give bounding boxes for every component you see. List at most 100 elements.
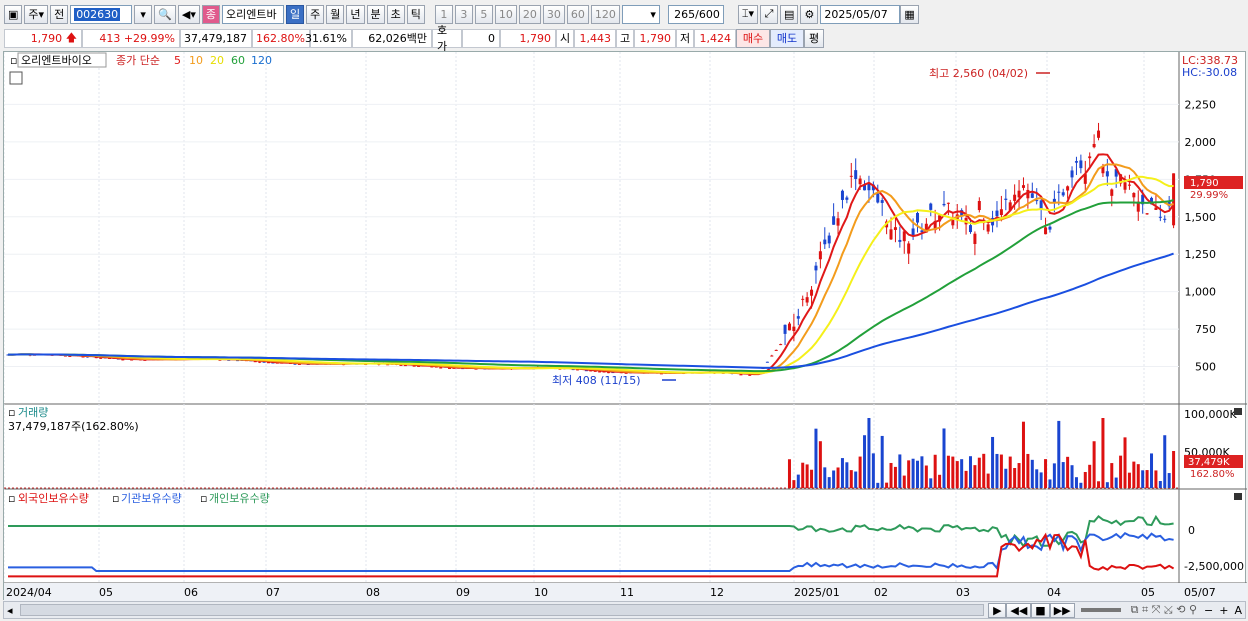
candle-body: [1145, 213, 1149, 215]
investor-close-icon[interactable]: [1234, 493, 1242, 500]
interval-120[interactable]: 120: [590, 4, 620, 24]
candle-body: [907, 243, 911, 254]
stop-icon[interactable]: ■: [1031, 602, 1050, 618]
interval-5[interactable]: 5: [474, 4, 493, 24]
x-axis-label: 04: [1047, 586, 1061, 599]
current-price-tag-text: 1,790: [1190, 178, 1219, 189]
candle-body: [1044, 227, 1048, 235]
tool-icons[interactable]: ⧉ ⌗ ⤧ ⤩ ⟲ ⚲: [1127, 603, 1201, 617]
tab-second[interactable]: 초: [386, 4, 405, 24]
legend-settings-icon[interactable]: ▫: [10, 54, 17, 67]
scroll-bar[interactable]: ◂ ▶ ◀◀ ■ ▶▶ ⧉ ⌗ ⤧ ⤩ ⟲ ⚲ − + A: [3, 601, 1246, 619]
forward-icon[interactable]: ▶▶: [1049, 602, 1075, 618]
buy-button[interactable]: 매수: [736, 28, 770, 48]
interval-30[interactable]: 30: [542, 4, 565, 24]
price-value: 1,790: [30, 31, 63, 45]
x-axis-label: 2024/04: [6, 586, 52, 599]
hc-label: HC:-30.08: [1182, 66, 1237, 79]
font-icon[interactable]: A: [1231, 604, 1245, 617]
candle-body: [1123, 182, 1127, 190]
x-axis-label: 08: [366, 586, 380, 599]
candle-body: [999, 209, 1003, 216]
table-toggle-icon[interactable]: [9, 71, 23, 85]
draw-tool-icon[interactable]: ⤢: [760, 4, 778, 24]
avg-button[interactable]: 평: [804, 28, 824, 48]
type-select[interactable]: 주 ▾: [24, 4, 49, 24]
interval-1[interactable]: 1: [434, 4, 453, 24]
current-volume-pct: 162.80%: [1190, 469, 1235, 480]
tab-tick[interactable]: 틱: [406, 4, 425, 24]
volume-bar: [995, 453, 999, 488]
volume-settings-icon[interactable]: ▫: [8, 406, 15, 419]
volume-bar: [836, 467, 840, 488]
sell-button[interactable]: 매도: [770, 28, 804, 48]
layout-icon[interactable]: ▣: [4, 4, 23, 24]
volume-bar: [885, 482, 889, 488]
tab-day[interactable]: 일: [286, 4, 305, 24]
legend-ma120: 120: [251, 54, 272, 67]
x-axis-label: 07: [266, 586, 280, 599]
volume-bar: [1057, 420, 1061, 488]
chart-type-icon[interactable]: ⌶▾: [737, 4, 758, 24]
count-value: 265: [674, 7, 696, 21]
date-input[interactable]: 2025/05/07: [820, 4, 901, 24]
save-icon[interactable]: ▤: [780, 4, 799, 24]
candle-body: [1163, 218, 1167, 220]
stock-name-field[interactable]: 오리엔트바: [222, 4, 284, 24]
candle-body: [810, 289, 814, 296]
price-tick-label: 2,000: [1185, 136, 1217, 149]
prev-button[interactable]: 전: [50, 4, 69, 24]
tab-minute[interactable]: 분: [366, 4, 385, 24]
candle-body: [1127, 184, 1131, 186]
count-input[interactable]: 265/600: [667, 4, 724, 24]
zoom-in-icon[interactable]: +: [1216, 604, 1231, 617]
code-input[interactable]: 002630: [70, 4, 133, 24]
volume-bar: [823, 467, 827, 488]
volume-bar: [1052, 463, 1056, 488]
up-arrow-icon: 🡅: [65, 30, 77, 44]
dropdown-icon[interactable]: ▾: [134, 4, 153, 24]
candle-body: [779, 344, 783, 346]
candle-body: [968, 225, 972, 233]
volume-bar: [1004, 468, 1008, 488]
tab-month[interactable]: 월: [326, 4, 345, 24]
change-pct: +29.99%: [123, 31, 175, 45]
candle-body: [796, 316, 800, 319]
tab-year[interactable]: 년: [346, 4, 365, 24]
interval-3[interactable]: 3: [454, 4, 473, 24]
volume-bar: [1070, 465, 1074, 488]
legend-stock-name: 오리엔트바이오: [21, 54, 92, 67]
calendar-icon[interactable]: ▦: [900, 4, 919, 24]
play-icon[interactable]: ▶: [988, 602, 1007, 618]
candle-body: [951, 219, 955, 226]
code-value: 002630: [74, 7, 121, 21]
volume-close-icon[interactable]: [1234, 408, 1242, 415]
investor-settings-icon[interactable]: ▫: [8, 492, 15, 505]
tab-week[interactable]: 주: [306, 4, 325, 24]
candle-body: [1066, 186, 1070, 191]
search-icon[interactable]: 🔍: [154, 4, 176, 24]
hoga-label: 호가: [432, 24, 462, 53]
price-axis: 2,2502,0001,7501,5001,2501,000750500: [1185, 98, 1217, 373]
volume-bar: [1017, 463, 1021, 488]
zoom-slider[interactable]: [1080, 608, 1121, 612]
candle-body: [1079, 160, 1083, 169]
rewind-icon[interactable]: ◀◀: [1006, 602, 1032, 618]
interval-60[interactable]: 60: [566, 4, 589, 24]
interval-20[interactable]: 20: [518, 4, 541, 24]
scroll-track[interactable]: [19, 604, 985, 616]
chart-canvas[interactable]: ▫ 오리엔트바이오 종가 단순 5 10 20 60 120 최고 2,560 …: [3, 52, 1247, 601]
current-volume-text: 37,479K: [1188, 457, 1230, 468]
price-cell: 1,790 🡅: [4, 28, 82, 48]
high-value: 1,790: [634, 28, 676, 48]
volume-bar: [1150, 453, 1154, 488]
interval-10[interactable]: 10: [494, 4, 517, 24]
settings-icon[interactable]: ⚙: [800, 4, 819, 24]
candle-body: [1110, 189, 1114, 196]
legend-ma-label: 종가 단순: [116, 54, 160, 67]
interval-custom-input[interactable]: ▾: [621, 4, 660, 24]
scroll-left-icon[interactable]: ◂: [4, 604, 16, 617]
zoom-out-icon[interactable]: −: [1201, 604, 1216, 617]
chart-area[interactable]: ▫ 오리엔트바이오 종가 단순 5 10 20 60 120 최고 2,560 …: [3, 51, 1247, 601]
speaker-icon[interactable]: ◀▾: [177, 4, 200, 24]
